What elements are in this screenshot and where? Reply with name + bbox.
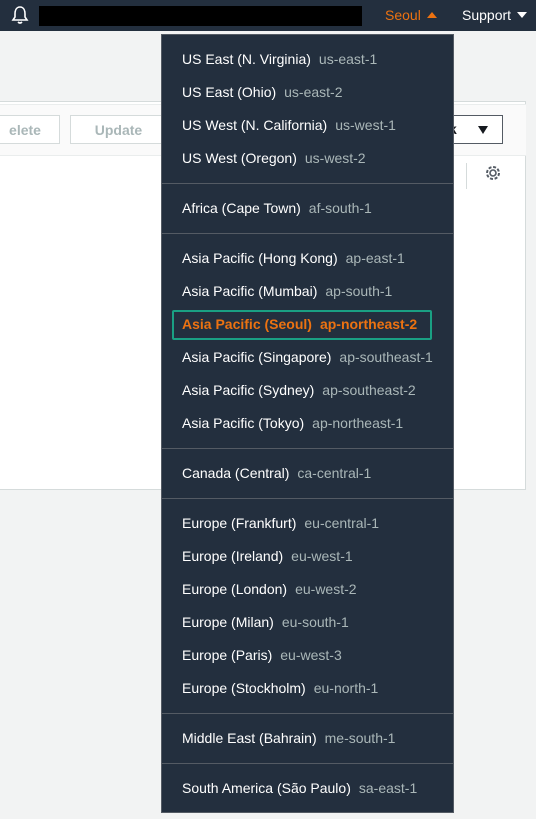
region-name: Europe (Paris) xyxy=(182,647,273,663)
region-item-ap-east-1[interactable]: Asia Pacific (Hong Kong) ap-east-1 xyxy=(162,242,453,275)
region-code: ca-central-1 xyxy=(297,465,372,481)
region-code: eu-west-3 xyxy=(280,647,342,663)
region-name: Middle East (Bahrain) xyxy=(182,730,317,746)
region-code: af-south-1 xyxy=(308,200,372,216)
region-item-me-south-1[interactable]: Middle East (Bahrain) me-south-1 xyxy=(162,722,453,755)
region-name: Europe (London) xyxy=(182,581,288,597)
region-item-us-east-1[interactable]: US East (N. Virginia) us-east-1 xyxy=(162,43,453,76)
region-name: Europe (Stockholm) xyxy=(182,680,306,696)
region-code: eu-west-2 xyxy=(295,581,357,597)
region-item-ap-northeast-1[interactable]: Asia Pacific (Tokyo) ap-northeast-1 xyxy=(162,407,453,440)
region-code: eu-west-1 xyxy=(291,548,353,564)
region-name: Asia Pacific (Hong Kong) xyxy=(182,250,338,266)
region-name: US West (N. California) xyxy=(182,117,328,133)
region-code: me-south-1 xyxy=(324,730,396,746)
region-code: us-east-1 xyxy=(318,51,378,67)
region-name: US East (Ohio) xyxy=(182,84,277,100)
region-code: us-west-1 xyxy=(335,117,396,133)
region-name: US East (N. Virginia) xyxy=(182,51,311,67)
region-name: South America (São Paulo) xyxy=(182,780,351,796)
region-name: Africa (Cape Town) xyxy=(182,200,301,216)
region-item-ap-northeast-2[interactable]: Asia Pacific (Seoul) ap-northeast-2 xyxy=(162,308,453,341)
region-name: Europe (Ireland) xyxy=(182,548,284,564)
account-name-redacted[interactable] xyxy=(39,6,362,26)
region-code: ap-east-1 xyxy=(345,250,405,266)
region-code: ap-northeast-2 xyxy=(319,316,418,332)
region-group: Europe (Frankfurt) eu-central-1 Europe (Ir… xyxy=(162,499,453,714)
region-item-us-east-2[interactable]: US East (Ohio) us-east-2 xyxy=(162,76,453,109)
region-name: Asia Pacific (Sydney) xyxy=(182,382,315,398)
region-name: Canada (Central) xyxy=(182,465,290,481)
region-item-eu-west-3[interactable]: Europe (Paris) eu-west-3 xyxy=(162,639,453,672)
region-code: eu-north-1 xyxy=(313,680,379,696)
top-nav-bar: Seoul Support xyxy=(0,0,536,31)
region-name: Europe (Frankfurt) xyxy=(182,515,297,531)
bell-icon[interactable] xyxy=(11,5,29,25)
support-menu-button[interactable]: Support xyxy=(462,6,528,24)
region-dropdown-menu: US East (N. Virginia) us-east-1 US East (O… xyxy=(161,34,454,813)
region-item-eu-south-1[interactable]: Europe (Milan) eu-south-1 xyxy=(162,606,453,639)
caret-down-icon xyxy=(478,126,488,134)
region-name: Asia Pacific (Singapore) xyxy=(182,349,332,365)
region-item-eu-west-2[interactable]: Europe (London) eu-west-2 xyxy=(162,573,453,606)
region-code: sa-east-1 xyxy=(358,780,418,796)
region-code: ap-south-1 xyxy=(325,283,393,299)
region-item-ap-southeast-2[interactable]: Asia Pacific (Sydney) ap-southeast-2 xyxy=(162,374,453,407)
delete-button[interactable]: elete xyxy=(0,115,60,144)
region-code: ap-southeast-2 xyxy=(322,382,416,398)
region-item-us-west-2[interactable]: US West (Oregon) us-west-2 xyxy=(162,142,453,175)
region-item-af-south-1[interactable]: Africa (Cape Town) af-south-1 xyxy=(162,192,453,225)
region-code: ap-southeast-1 xyxy=(339,349,433,365)
region-item-eu-central-1[interactable]: Europe (Frankfurt) eu-central-1 xyxy=(162,507,453,540)
region-group: Canada (Central) ca-central-1 xyxy=(162,449,453,499)
support-menu-label: Support xyxy=(462,7,512,23)
region-selector-label: Seoul xyxy=(385,7,421,23)
region-item-us-west-1[interactable]: US West (N. California) us-west-1 xyxy=(162,109,453,142)
region-group: South America (São Paulo) sa-east-1 xyxy=(162,764,453,813)
region-item-eu-west-1[interactable]: Europe (Ireland) eu-west-1 xyxy=(162,540,453,573)
caret-down-icon xyxy=(517,12,528,18)
region-code: eu-south-1 xyxy=(281,614,349,630)
region-name: Europe (Milan) xyxy=(182,614,274,630)
region-item-ap-southeast-1[interactable]: Asia Pacific (Singapore) ap-southeast-1 xyxy=(162,341,453,374)
region-group: US East (N. Virginia) us-east-1 US East (O… xyxy=(162,35,453,184)
region-item-eu-north-1[interactable]: Europe (Stockholm) eu-north-1 xyxy=(162,672,453,705)
caret-up-icon xyxy=(426,12,437,18)
region-name: Asia Pacific (Mumbai) xyxy=(182,283,318,299)
region-code: eu-central-1 xyxy=(304,515,380,531)
region-code: us-east-2 xyxy=(284,84,343,100)
toolbar-divider xyxy=(466,163,467,189)
region-item-sa-east-1[interactable]: South America (São Paulo) sa-east-1 xyxy=(162,772,453,805)
region-name: US West (Oregon) xyxy=(182,150,297,166)
region-selector-button[interactable]: Seoul xyxy=(385,6,437,24)
update-button[interactable]: Update xyxy=(70,115,167,144)
region-name: Asia Pacific (Tokyo) xyxy=(182,415,305,431)
region-item-ap-south-1[interactable]: Asia Pacific (Mumbai) ap-south-1 xyxy=(162,275,453,308)
region-name: Asia Pacific (Seoul) xyxy=(182,316,312,332)
gear-icon[interactable] xyxy=(484,164,502,182)
region-group: Middle East (Bahrain) me-south-1 xyxy=(162,714,453,764)
region-code: ap-northeast-1 xyxy=(312,415,404,431)
region-code: us-west-2 xyxy=(304,150,366,166)
region-group: Africa (Cape Town) af-south-1 xyxy=(162,184,453,234)
region-group: Asia Pacific (Hong Kong) ap-east-1 Asia Pa… xyxy=(162,234,453,449)
region-item-ca-central-1[interactable]: Canada (Central) ca-central-1 xyxy=(162,457,453,490)
